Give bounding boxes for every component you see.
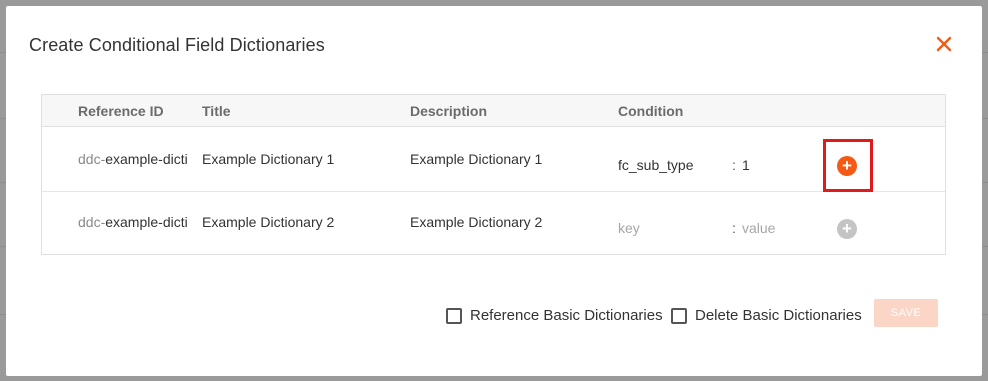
reference-id-prefix: ddc- bbox=[78, 214, 106, 230]
delete-basic-dictionaries-label: Delete Basic Dictionaries bbox=[695, 307, 862, 324]
table-row: ddc-example-dicti Example Dictionary 2 E… bbox=[42, 192, 945, 256]
title-field[interactable]: Example Dictionary 1 bbox=[202, 151, 334, 167]
close-icon bbox=[936, 36, 952, 52]
reference-id-prefix: ddc- bbox=[78, 151, 106, 167]
close-button[interactable] bbox=[932, 32, 956, 56]
save-button[interactable]: SAVE bbox=[874, 299, 938, 327]
reference-id-field[interactable]: ddc-example-dicti bbox=[78, 151, 198, 167]
highlight-box bbox=[823, 139, 873, 192]
title-field[interactable]: Example Dictionary 2 bbox=[202, 214, 334, 230]
reference-id-value: example-dicti bbox=[105, 214, 188, 230]
reference-id-value: example-dicti bbox=[105, 151, 188, 167]
description-field[interactable]: Example Dictionary 2 bbox=[410, 214, 542, 230]
plus-circle-icon: + bbox=[842, 219, 852, 238]
column-header-condition: Condition bbox=[618, 103, 684, 119]
add-condition-button[interactable]: + bbox=[837, 219, 857, 239]
checkbox-box[interactable] bbox=[446, 307, 462, 324]
checkbox-box[interactable] bbox=[671, 307, 687, 324]
condition-value-input[interactable]: value bbox=[742, 220, 775, 236]
column-header-title: Title bbox=[202, 103, 231, 119]
dictionaries-table: Reference ID Title Description Condition… bbox=[41, 94, 946, 255]
condition-value-input[interactable]: 1 bbox=[742, 157, 750, 173]
condition-separator: : bbox=[732, 220, 736, 236]
column-header-description: Description bbox=[410, 103, 488, 119]
description-field[interactable]: Example Dictionary 1 bbox=[410, 151, 542, 167]
table-row: ddc-example-dicti Example Dictionary 1 E… bbox=[42, 128, 945, 192]
create-dictionaries-dialog: Create Conditional Field Dictionaries Re… bbox=[6, 6, 982, 376]
condition-separator: : bbox=[732, 157, 736, 173]
dialog-title: Create Conditional Field Dictionaries bbox=[29, 35, 325, 55]
delete-basic-dictionaries-checkbox[interactable]: Delete Basic Dictionaries bbox=[671, 307, 862, 324]
reference-basic-dictionaries-checkbox[interactable]: Reference Basic Dictionaries bbox=[446, 307, 663, 324]
condition-key-input[interactable]: key bbox=[618, 220, 640, 236]
column-header-reference-id: Reference ID bbox=[78, 103, 164, 119]
condition-key-input[interactable]: fc_sub_type bbox=[618, 157, 694, 173]
table-header: Reference ID Title Description Condition bbox=[42, 95, 945, 127]
reference-id-field[interactable]: ddc-example-dicti bbox=[78, 214, 198, 230]
reference-basic-dictionaries-label: Reference Basic Dictionaries bbox=[470, 307, 663, 324]
